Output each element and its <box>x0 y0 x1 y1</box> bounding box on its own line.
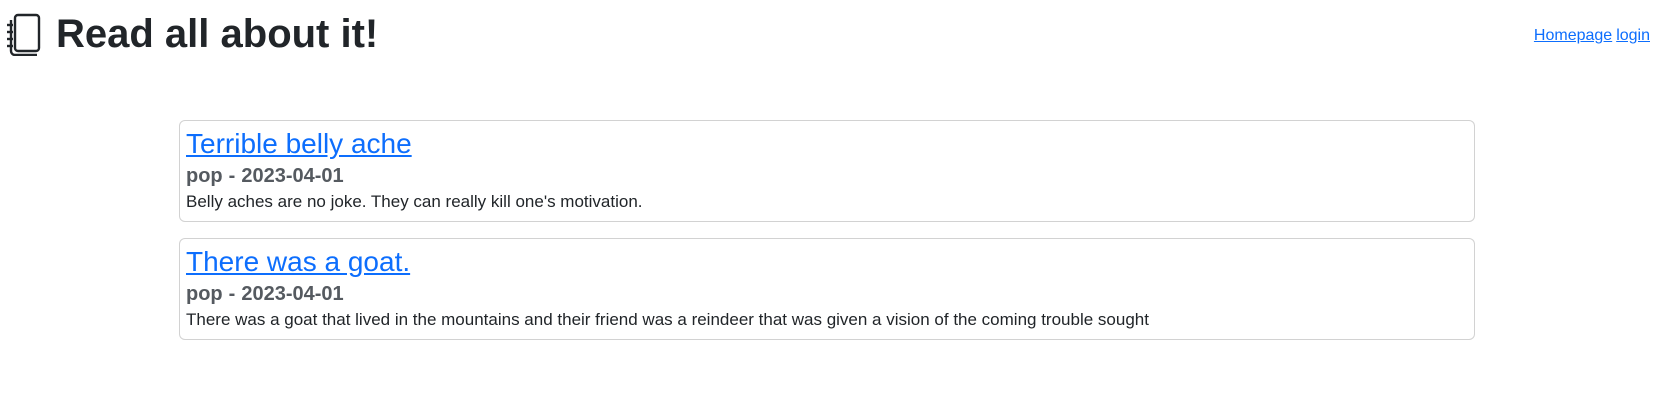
post-category: pop <box>186 165 223 187</box>
top-nav: Homepage login <box>1530 26 1650 46</box>
meta-separator: - <box>228 283 236 305</box>
post-card: There was a goat. pop -2023-04-01 There w… <box>179 238 1475 340</box>
post-list: Terrible belly ache pop -2023-04-01 Belly… <box>179 120 1475 356</box>
post-date: 2023-04-01 <box>241 165 344 187</box>
post-date: 2023-04-01 <box>241 283 344 305</box>
site-header: Read all about it! Homepage login <box>0 0 1654 70</box>
post-body: There was a goat that lived in the mount… <box>186 310 1149 329</box>
brand: Read all about it! <box>4 12 379 57</box>
login-link[interactable]: login <box>1616 27 1650 44</box>
post-category: pop <box>186 283 223 305</box>
post-body: Belly aches are no joke. They can really… <box>186 192 643 211</box>
post-title: There was a goat. <box>186 245 1468 279</box>
journal-icon <box>4 12 42 57</box>
post-meta: pop -2023-04-01 <box>186 163 1468 189</box>
post-meta: pop -2023-04-01 <box>186 281 1468 307</box>
meta-separator: - <box>228 165 236 187</box>
post-card: Terrible belly ache pop -2023-04-01 Belly… <box>179 120 1475 222</box>
page-title: Read all about it! <box>56 12 379 56</box>
post-title-link[interactable]: There was a goat. <box>186 246 410 277</box>
post-title: Terrible belly ache <box>186 127 1468 161</box>
post-title-link[interactable]: Terrible belly ache <box>186 128 412 159</box>
homepage-link[interactable]: Homepage <box>1534 27 1612 44</box>
